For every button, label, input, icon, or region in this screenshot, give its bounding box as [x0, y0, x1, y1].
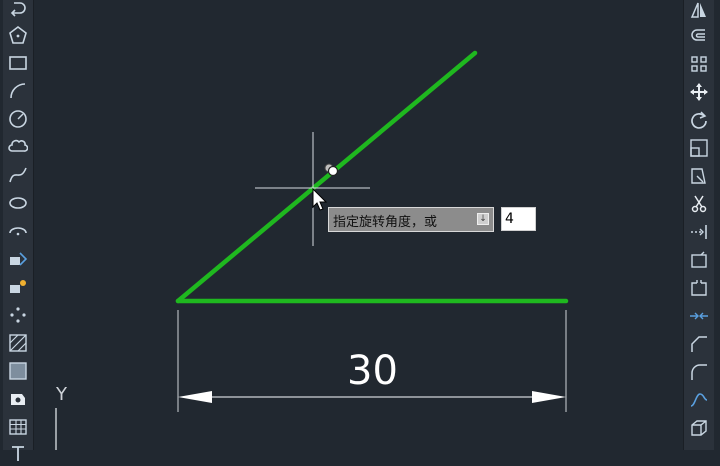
- offset-icon[interactable]: [685, 23, 713, 49]
- scale-icon[interactable]: [685, 135, 713, 161]
- stretch-icon[interactable]: [685, 163, 713, 189]
- trim-icon[interactable]: [685, 191, 713, 217]
- revision-cloud-icon[interactable]: [4, 134, 32, 160]
- dimension-arrow-right: [532, 391, 566, 403]
- text-icon[interactable]: [4, 440, 32, 466]
- break-icon[interactable]: [685, 275, 713, 301]
- fillet-icon[interactable]: [685, 359, 713, 385]
- rotation-angle-input[interactable]: [501, 207, 536, 231]
- base-point-marker: [327, 165, 339, 177]
- move-icon[interactable]: [685, 79, 713, 105]
- dimension-text: 30: [347, 348, 398, 394]
- insert-block-icon[interactable]: [4, 246, 32, 272]
- polygon-icon[interactable]: [4, 22, 32, 48]
- circle-icon[interactable]: [4, 106, 32, 132]
- dimension-arrow-left: [178, 391, 212, 403]
- arc-icon[interactable]: [4, 78, 32, 104]
- ellipse-arc-icon[interactable]: [4, 218, 32, 244]
- array-icon[interactable]: [685, 51, 713, 77]
- undo-arc-icon[interactable]: [4, 0, 32, 22]
- spline-icon[interactable]: [4, 162, 32, 188]
- blend-curves-icon[interactable]: [685, 387, 713, 413]
- extend-icon[interactable]: [685, 219, 713, 245]
- table-icon[interactable]: [4, 414, 32, 440]
- right-modify-toolbar: [683, 0, 714, 450]
- prompt-text: 指定旋转角度，或: [333, 215, 438, 230]
- left-draw-toolbar: [3, 0, 34, 461]
- angled-line[interactable]: [175, 50, 478, 304]
- make-block-icon[interactable]: [4, 274, 32, 300]
- break-at-point-icon[interactable]: [685, 247, 713, 273]
- rotate-icon[interactable]: [685, 107, 713, 133]
- dynamic-input-prompt: 指定旋转角度，或 ↓: [328, 207, 494, 232]
- hatch-icon[interactable]: [4, 330, 32, 356]
- point-icon[interactable]: [4, 302, 32, 328]
- join-icon[interactable]: [685, 303, 713, 329]
- mirror-icon[interactable]: [685, 0, 713, 23]
- gradient-icon[interactable]: [4, 358, 32, 384]
- prompt-options-down-icon[interactable]: ↓: [477, 213, 489, 225]
- rectangle-icon[interactable]: [4, 50, 32, 76]
- explode-icon[interactable]: [685, 415, 713, 441]
- region-icon[interactable]: [4, 386, 32, 412]
- ucs-y-label: Y: [56, 384, 67, 405]
- ellipse-icon[interactable]: [4, 190, 32, 216]
- chamfer-icon[interactable]: [685, 331, 713, 357]
- mouse-pointer-icon: [312, 187, 328, 211]
